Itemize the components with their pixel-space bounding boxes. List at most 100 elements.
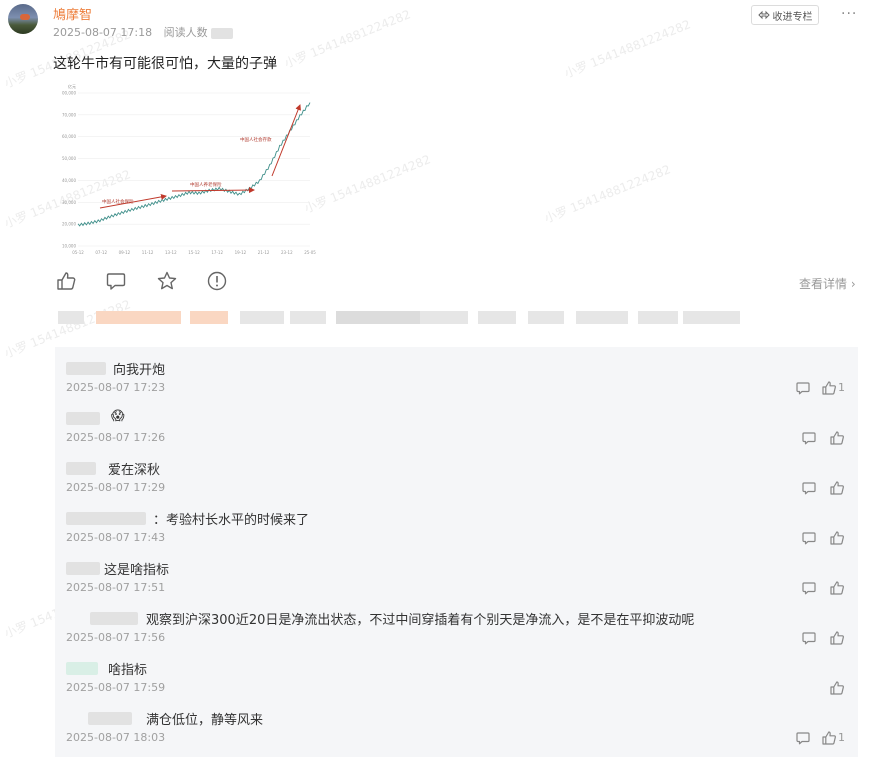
read-count-label: 阅读人数 xyxy=(163,26,208,39)
commenter-name[interactable] xyxy=(66,562,100,575)
chart-x-tick: 19-12 xyxy=(235,250,247,255)
comment-text: 向我开炮 xyxy=(113,363,166,378)
watermark: 小罗 15414881224282 xyxy=(302,152,433,216)
post-time: 2025-08-07 17:18 xyxy=(53,26,153,39)
chart-series-line xyxy=(77,102,311,227)
chevron-right-icon: › xyxy=(850,277,856,291)
commenter-name[interactable] xyxy=(66,412,100,425)
comment-time: 2025-08-07 17:43 xyxy=(66,531,166,544)
like-icon[interactable] xyxy=(829,530,845,546)
comment-text: 这是啥指标 xyxy=(104,563,170,578)
comment-item: ：考验村长水平的时候来了 2025-08-07 17:43 xyxy=(66,509,846,549)
chart-x-tick: 07-12 xyxy=(95,250,107,255)
reply-icon[interactable] xyxy=(801,580,817,596)
chart-image[interactable]: 亿元 800,000 770,000 660,000 550,000 440,000 330… xyxy=(59,83,320,258)
commenter-name[interactable] xyxy=(88,712,132,725)
author-name[interactable]: 鳩摩智 xyxy=(53,4,92,23)
watermark: 小罗 15414881224282 xyxy=(542,162,673,226)
watermark: 小罗 15414881224282 xyxy=(282,7,413,71)
chart-y-tick: 220,000 xyxy=(62,222,76,227)
line-chart: 亿元 800,000 770,000 660,000 550,000 440,000 330… xyxy=(59,83,316,255)
chart-x-tick: 21-12 xyxy=(258,250,270,255)
chart-annotation-label: 中国人养老保险 xyxy=(190,181,222,188)
like-icon[interactable] xyxy=(829,580,845,596)
collect-to-column-button[interactable]: 收进专栏 xyxy=(751,5,819,25)
post-title: 这轮牛市有可能很可怕，大量的子弹 xyxy=(53,56,277,72)
comment-item: 观察到沪深300近20日是净流出状态，不过中间穿插着有个别天是净流入，是不是在平… xyxy=(66,609,846,649)
chart-x-tick: 15-12 xyxy=(188,250,200,255)
like-icon[interactable] xyxy=(829,430,845,446)
chart-annotation-label: 中国人社会存款 xyxy=(240,136,272,143)
like-icon[interactable] xyxy=(821,730,837,746)
comment-time: 2025-08-07 17:51 xyxy=(66,581,166,594)
comment-text: 爱在深秋 xyxy=(108,463,161,478)
comment-item: 这是啥指标 2025-08-07 17:51 xyxy=(66,559,846,599)
commenter-name[interactable] xyxy=(66,512,146,525)
chart-y-tick: 110,000 xyxy=(62,244,76,249)
reply-icon[interactable] xyxy=(801,430,817,446)
reply-icon[interactable] xyxy=(801,630,817,646)
read-count-value xyxy=(211,27,234,39)
comment-text: 😱 xyxy=(111,409,125,424)
comment-item: 爱在深秋 2025-08-07 17:29 xyxy=(66,459,846,499)
chart-x-tick: 11-12 xyxy=(142,250,154,255)
post-meta: 2025-08-07 17:18 阅读人数 xyxy=(53,24,234,40)
chart-x-tick: 09-12 xyxy=(119,250,131,255)
chart-annotation-label: 中国人社会保险 xyxy=(102,198,134,205)
avatar[interactable] xyxy=(8,4,38,34)
chart-annotation-arrow xyxy=(271,104,301,177)
reply-icon[interactable] xyxy=(801,480,817,496)
more-options-button[interactable]: ··· xyxy=(841,6,857,22)
comment-time: 2025-08-07 17:59 xyxy=(66,681,166,694)
chart-annotation-arrow xyxy=(171,187,255,194)
chart-y-tick: 550,000 xyxy=(62,156,76,161)
comment-text: 啥指标 xyxy=(108,663,148,678)
comment-item: 向我开炮 2025-08-07 17:23 1 xyxy=(66,359,846,399)
commenter-name[interactable] xyxy=(66,462,96,475)
chart-x-tick: 25-05 xyxy=(304,250,316,255)
like-icon[interactable] xyxy=(829,630,845,646)
like-icon[interactable] xyxy=(829,480,845,496)
comment-list: 向我开炮 2025-08-07 17:23 1 😱 2025-08-07 17:26 爱在… xyxy=(55,347,858,757)
comment-item: 😱 2025-08-07 17:26 xyxy=(66,409,846,449)
chart-y-tick: 800,000 xyxy=(62,91,76,96)
comment-icon[interactable] xyxy=(105,270,127,292)
comment-time: 2025-08-07 17:23 xyxy=(66,381,166,394)
chart-x-tick: 17-12 xyxy=(211,250,223,255)
chart-ylabel: 亿元 xyxy=(68,83,76,89)
chart-x-tick: 05-12 xyxy=(72,250,84,255)
chart-y-tick: 440,000 xyxy=(62,178,76,183)
comment-time: 2025-08-07 17:26 xyxy=(66,431,166,444)
like-icon[interactable] xyxy=(829,680,845,696)
comment-time: 2025-08-07 18:03 xyxy=(66,731,166,744)
comment-text: 满仓低位，静等风来 xyxy=(146,713,264,728)
view-detail-label: 查看详情 xyxy=(799,277,848,291)
comment-item: 啥指标 2025-08-07 17:59 xyxy=(66,659,846,699)
report-icon[interactable] xyxy=(206,270,228,292)
collect-icon xyxy=(757,10,770,20)
view-detail-link[interactable]: 查看详情 › xyxy=(799,275,856,292)
like-count: 1 xyxy=(838,381,845,394)
chart-y-tick: 770,000 xyxy=(62,112,76,117)
thumbs-up-icon[interactable] xyxy=(55,270,77,292)
reply-icon[interactable] xyxy=(795,380,811,396)
comment-text: 观察到沪深300近20日是净流出状态，不过中间穿插着有个别天是净流入，是不是在平… xyxy=(146,613,695,628)
watermark: 小罗 15414881224282 xyxy=(562,17,693,81)
reply-icon[interactable] xyxy=(801,530,817,546)
commenter-name[interactable] xyxy=(90,612,138,625)
reply-icon[interactable] xyxy=(795,730,811,746)
chart-y-tick: 330,000 xyxy=(62,200,76,205)
collect-label: 收进专栏 xyxy=(772,11,813,23)
commenter-name[interactable] xyxy=(66,362,106,375)
comment-time: 2025-08-07 17:29 xyxy=(66,481,166,494)
comment-text: ：考验村长水平的时候来了 xyxy=(153,513,310,528)
chart-x-tick: 13-12 xyxy=(165,250,177,255)
chart-y-tick: 660,000 xyxy=(62,134,76,139)
comment-item: 满仓低位，静等风来 2025-08-07 18:03 1 xyxy=(66,709,846,749)
like-count: 1 xyxy=(838,731,845,744)
like-icon[interactable] xyxy=(821,380,837,396)
commenter-name[interactable] xyxy=(66,662,98,675)
comment-time: 2025-08-07 17:56 xyxy=(66,631,166,644)
chart-x-tick: 23-12 xyxy=(281,250,293,255)
star-icon[interactable] xyxy=(156,270,178,292)
